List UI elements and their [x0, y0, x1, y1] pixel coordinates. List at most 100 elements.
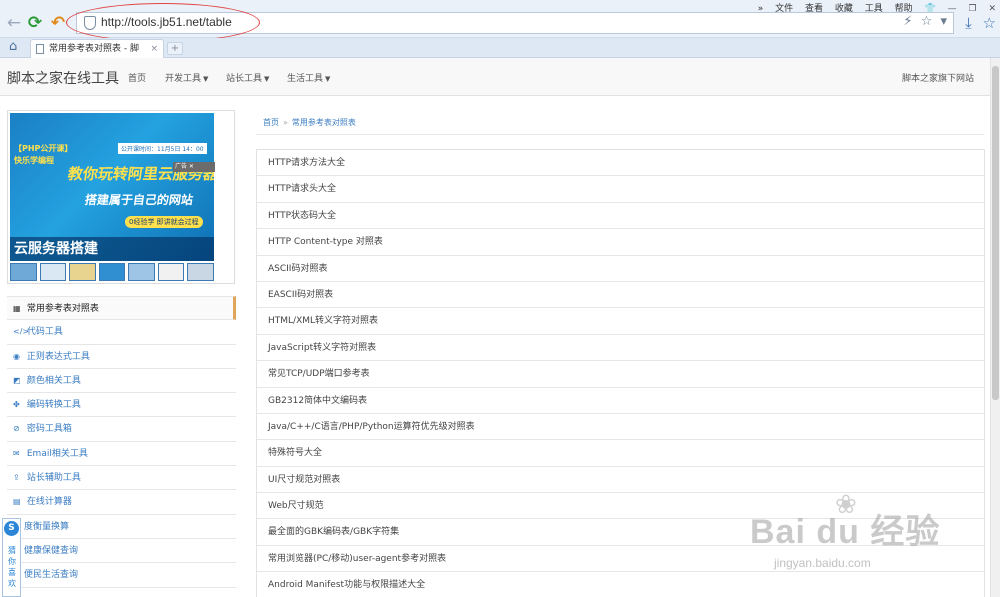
list-item[interactable]: EASCII码对照表: [257, 282, 984, 309]
sidebar-item-label: 便民生活查询: [24, 570, 79, 581]
scrollbar-thumb[interactable]: [992, 66, 999, 400]
list-item[interactable]: 常用浏览器(PC/移动)user-agent参考对照表: [257, 546, 984, 573]
refresh-icon[interactable]: ⟳: [25, 13, 45, 33]
home-icon[interactable]: ⌂: [9, 39, 17, 54]
breadcrumb-home[interactable]: 首页: [263, 118, 279, 127]
ad-thumbnail[interactable]: [187, 263, 215, 281]
caret-down-icon: ▼: [264, 75, 270, 83]
sidebar-item-webmaster-tools[interactable]: ⇪ 站长辅助工具: [7, 466, 236, 491]
list-item[interactable]: 最全面的GBK编码表/GBK字符集: [257, 519, 984, 546]
ad-image[interactable]: 【PHP公开课】 快乐学编程 公开课时间：11月5日 14：00 教你玩转阿里云…: [10, 113, 214, 261]
list-item[interactable]: Web尺寸规范: [257, 493, 984, 520]
nav-webmaster-tools[interactable]: 站长工具 ▼: [226, 71, 269, 84]
sidebar-item-unit-conversion[interactable]: 度衡量换算: [7, 515, 236, 539]
list-item[interactable]: ASCII码对照表: [257, 256, 984, 282]
calculator-icon: ▤: [13, 497, 21, 507]
ad-badge[interactable]: 广告 ✕: [173, 162, 215, 172]
breadcrumb-current[interactable]: 常用参考表对照表: [292, 118, 356, 127]
ad-tag-line1: 【PHP公开课】: [14, 144, 73, 153]
chevron-down-icon[interactable]: ▾: [940, 14, 947, 29]
target-icon: ◉: [13, 351, 20, 361]
ad-thumbnail[interactable]: [157, 263, 185, 281]
sidebar-item-health[interactable]: 健康保健查询: [7, 539, 236, 564]
download-icon[interactable]: ⤓: [965, 14, 972, 32]
active-tab[interactable]: 常用参考表对照表 - 脚 ×: [30, 39, 164, 58]
ad-subline: 搭建属于自己的网站: [83, 193, 194, 207]
ad-thumbnail[interactable]: [10, 263, 37, 281]
favorites-icon[interactable]: ☆: [983, 14, 996, 32]
sidebar-item-email-tools[interactable]: ✉ Email相关工具: [7, 442, 236, 467]
caret-down-icon: ▼: [325, 75, 331, 83]
restore-icon[interactable]: ❐: [969, 4, 977, 14]
sidebar-item-regex-tools[interactable]: ◉ 正则表达式工具: [7, 345, 236, 369]
close-window-icon[interactable]: ✕: [988, 4, 996, 14]
bolt-icon[interactable]: ⚡: [903, 14, 912, 29]
nav-home[interactable]: 首页: [128, 71, 146, 84]
red-highlight-oval: [66, 3, 260, 42]
menu-file[interactable]: 文件: [775, 4, 793, 14]
site-header: 脚本之家在线工具 首页 开发工具 ▼ 站长工具 ▼ 生活工具 ▼ 脚本之家旗下网站: [0, 58, 990, 96]
list-item[interactable]: HTTP状态码大全: [257, 203, 984, 230]
nav-dev-tools[interactable]: 开发工具 ▼: [165, 71, 208, 84]
sidebar-item-label: 代码工具: [26, 327, 63, 338]
breadcrumb-separator: »: [283, 118, 288, 127]
sidebar-item-color-tools[interactable]: ◩ 颜色相关工具: [7, 369, 236, 394]
sidebar-item-reference-tables[interactable]: ▦ 常用参考表对照表: [7, 296, 236, 321]
back-arrow-icon[interactable]: ←: [4, 13, 24, 33]
list-item[interactable]: 特殊符号大全: [257, 440, 984, 467]
star-icon[interactable]: ☆: [921, 14, 933, 29]
ad-banner[interactable]: 【PHP公开课】 快乐学编程 公开课时间：11月5日 14：00 教你玩转阿里云…: [7, 110, 235, 284]
scrollbar[interactable]: [990, 58, 1000, 597]
sogou-logo-icon: S: [4, 521, 19, 536]
sidebar-item-label: 颜色相关工具: [26, 375, 81, 386]
menu-tools[interactable]: 工具: [865, 4, 883, 14]
list-item[interactable]: Java/C++/C语言/PHP/Python运算符优先级对照表: [257, 414, 984, 441]
float-widget-text: 猜你喜欢: [8, 546, 16, 588]
list-item[interactable]: GB2312简体中文编码表: [257, 388, 984, 414]
cogs-icon: ✤: [13, 400, 20, 410]
menu-view[interactable]: 查看: [805, 4, 823, 14]
address-bar-icons: ⚡ ☆ ▾: [899, 14, 947, 29]
list-item[interactable]: UI尺寸规范对照表: [257, 467, 984, 494]
undo-icon[interactable]: ↶: [48, 13, 68, 33]
sidebar-item-life-query[interactable]: 便民生活查询: [7, 563, 236, 588]
toolbar-right: ⤓ ☆: [959, 14, 996, 32]
page-icon: [36, 44, 44, 54]
ad-thumbnails: [10, 263, 215, 281]
sidebar-item-label: 正则表达式工具: [26, 351, 90, 362]
sidebar-item-encoding-tools[interactable]: ✤ 编码转换工具: [7, 393, 236, 418]
sidebar-item-label: 健康保健查询: [24, 545, 79, 556]
new-tab-button[interactable]: +: [167, 42, 183, 55]
sidebar-item-label: 常用参考表对照表: [26, 304, 99, 314]
lock-icon: ⊘: [13, 424, 20, 434]
sidebar-item-calculator[interactable]: ▤ 在线计算器: [7, 490, 236, 515]
sidebar-item-code-tools[interactable]: </> 代码工具: [7, 320, 236, 345]
header-right-link[interactable]: 脚本之家旗下网站: [902, 71, 974, 84]
ad-tag-line2: 快乐学编程: [14, 156, 54, 165]
list-item[interactable]: JavaScript转义字符对照表: [257, 335, 984, 362]
list-item[interactable]: HTTP请求方法大全: [257, 150, 984, 177]
ad-thumbnail[interactable]: [39, 263, 67, 281]
floating-recommend-widget[interactable]: S 猜你喜欢: [2, 518, 21, 597]
list-item[interactable]: HTML/XML转义字符对照表: [257, 308, 984, 335]
skin-icon[interactable]: 👕: [925, 4, 936, 14]
list-item[interactable]: 常见TCP/UDP端口参考表: [257, 361, 984, 388]
list-item[interactable]: Android Manifest功能与权限描述大全: [257, 572, 984, 597]
ad-thumbnail[interactable]: [128, 263, 155, 281]
list-item[interactable]: HTTP请求头大全: [257, 176, 984, 203]
menu-more-icon[interactable]: »: [758, 4, 764, 14]
menu-favorites[interactable]: 收藏: [835, 4, 853, 14]
nav-life-tools[interactable]: 生活工具 ▼: [287, 71, 330, 84]
close-icon[interactable]: ×: [150, 40, 158, 58]
sidebar-item-label: Email相关工具: [26, 448, 88, 459]
sidebar-item-password-tools[interactable]: ⊘ 密码工具箱: [7, 417, 236, 442]
list-item[interactable]: HTTP Content-type 对照表: [257, 229, 984, 256]
nav-label: 站长工具: [226, 74, 263, 84]
divider: [256, 134, 984, 135]
ad-thumbnail[interactable]: [69, 263, 96, 281]
ad-thumbnail[interactable]: [98, 263, 126, 281]
menu-help[interactable]: 帮助: [895, 4, 913, 14]
sidebar-item-label: 站长辅助工具: [26, 473, 81, 484]
site-brand[interactable]: 脚本之家在线工具: [7, 68, 119, 88]
minimize-icon[interactable]: —: [948, 4, 957, 14]
